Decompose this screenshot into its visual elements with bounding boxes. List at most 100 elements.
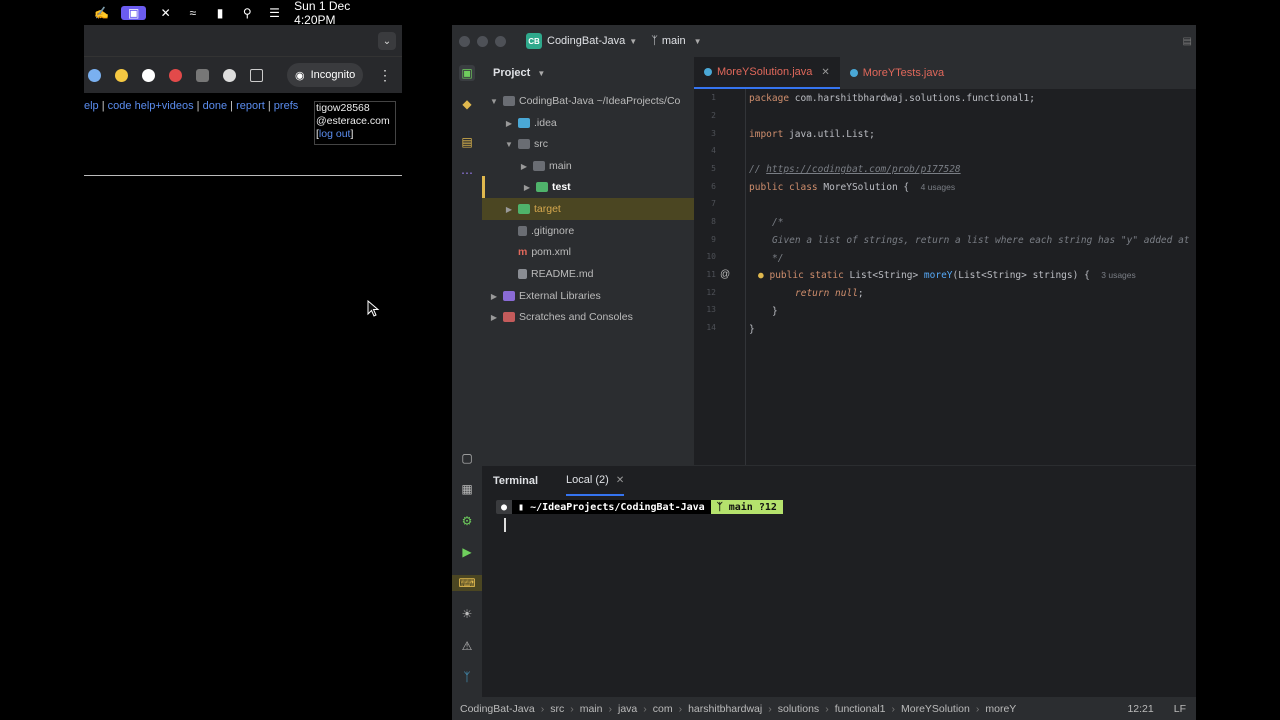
browser-tab-bar: ⌄: [84, 25, 402, 57]
tree-item-idea[interactable]: ▶ .idea: [482, 112, 694, 134]
debug-icon[interactable]: ☀: [459, 606, 475, 622]
terminal-input-caret[interactable]: [504, 518, 506, 532]
close-window-button[interactable]: [459, 35, 470, 47]
logout-link[interactable]: log out: [319, 128, 351, 140]
code-line-5[interactable]: // https://codingbat.com/prob/p177528: [749, 164, 961, 175]
notifications-icon[interactable]: ▢: [459, 450, 475, 466]
commit-icon[interactable]: ◆: [459, 96, 475, 112]
tree-item-external-libraries[interactable]: ▶ External Libraries: [482, 285, 694, 307]
extension-icon[interactable]: [88, 68, 101, 82]
code-line-14[interactable]: }: [749, 324, 755, 335]
branch-switcher[interactable]: ᛉ main ▼: [651, 35, 701, 47]
extension-icon[interactable]: [115, 68, 128, 82]
line-ending[interactable]: LF: [1174, 703, 1186, 715]
puzzle-icon[interactable]: [250, 68, 263, 82]
close-icon[interactable]: ✕: [821, 67, 829, 78]
problems-icon[interactable]: ⚠: [459, 638, 475, 654]
tree-item-project-root[interactable]: ▼ CodingBat-Java ~/IdeaProjects/Co: [482, 90, 694, 112]
screen-record-icon[interactable]: ▣: [121, 5, 146, 20]
breadcrumb-item[interactable]: src: [550, 703, 564, 715]
window-control-icon[interactable]: ▤: [1183, 36, 1192, 47]
code-line-10[interactable]: */: [772, 253, 783, 264]
tab-moreytests[interactable]: MoreYTests.java: [840, 57, 954, 89]
chevron-right-icon: ▶: [490, 312, 498, 322]
menu-kebab-icon[interactable]: ⋮: [378, 67, 392, 84]
battery-icon[interactable]: ▮: [212, 6, 227, 20]
line-number: 10: [706, 252, 716, 261]
breadcrumb-item[interactable]: harshitbhardwaj: [688, 703, 762, 715]
breadcrumb-item[interactable]: moreY: [985, 703, 1016, 715]
tab-search-button[interactable]: ⌄: [378, 32, 396, 50]
override-marker-icon[interactable]: @: [720, 269, 730, 280]
report-link[interactable]: report: [236, 100, 265, 112]
run-icon[interactable]: ▶: [459, 544, 475, 560]
breadcrumb-item[interactable]: solutions: [778, 703, 819, 715]
line-number: 3: [711, 129, 716, 138]
code-line-12[interactable]: return null;: [795, 288, 864, 299]
code-line-6[interactable]: public class MoreYSolution { 4 usages: [749, 182, 955, 193]
user-domain: @esterace.com: [316, 115, 390, 127]
tree-item-target[interactable]: ▶ target: [482, 198, 694, 220]
tree-item-main[interactable]: ▶ main: [482, 155, 694, 177]
tree-item-gitignore[interactable]: .gitignore: [482, 220, 694, 242]
code-line-13[interactable]: }: [772, 306, 778, 317]
git-icon[interactable]: ᛉ: [459, 669, 475, 685]
clock[interactable]: Sun 1 Dec 4:20PM: [294, 0, 390, 27]
search-icon[interactable]: ⚲: [240, 6, 255, 20]
lightbulb-icon[interactable]: ●: [758, 270, 764, 281]
code-line-11[interactable]: ● public static List<String> moreY(List<…: [758, 270, 1136, 281]
breadcrumb-item[interactable]: java: [618, 703, 637, 715]
tree-item-scratches[interactable]: ▶ Scratches and Consoles: [482, 306, 694, 328]
structure-icon[interactable]: ▤: [459, 134, 475, 150]
minimize-window-button[interactable]: [477, 35, 488, 47]
line-number: 13: [706, 305, 716, 314]
incognito-badge[interactable]: ◉ Incognito: [287, 63, 364, 87]
tab-moreysolution[interactable]: MoreYSolution.java ✕: [694, 57, 840, 89]
done-link[interactable]: done: [203, 100, 227, 112]
terminal-tool-icon[interactable]: ⌨: [452, 575, 482, 591]
prefs-link[interactable]: prefs: [274, 100, 298, 112]
breadcrumb-item[interactable]: CodingBat-Java: [460, 703, 535, 715]
code-line-9[interactable]: Given a list of strings, return a list w…: [772, 235, 1190, 246]
editor-tabs: MoreYSolution.java ✕ MoreYTests.java: [694, 57, 1196, 89]
control-center-icon[interactable]: ☰: [267, 6, 282, 20]
usages-hint[interactable]: 3 usages: [1101, 270, 1136, 280]
extension-icon[interactable]: [196, 68, 209, 82]
breadcrumb-item[interactable]: com: [653, 703, 673, 715]
breadcrumb-item[interactable]: MoreYSolution: [901, 703, 970, 715]
git-branch-icon: ᛉ: [651, 35, 658, 47]
breadcrumb-item[interactable]: functional1: [835, 703, 886, 715]
tree-item-pom[interactable]: m pom.xml: [482, 241, 694, 263]
tree-item-readme[interactable]: README.md: [482, 263, 694, 285]
code-editor: MoreYSolution.java ✕ MoreYTests.java 1 2…: [694, 57, 1196, 465]
tool-icon[interactable]: ✕: [158, 6, 173, 20]
tree-item-src[interactable]: ▼ src: [482, 133, 694, 155]
extension-icon[interactable]: [142, 68, 155, 82]
code-line-1[interactable]: package com.harshitbhardwaj.solutions.fu…: [749, 93, 1035, 104]
services-icon[interactable]: ▦: [459, 481, 475, 497]
project-switcher[interactable]: CodingBat-Java: [547, 35, 625, 47]
help-link[interactable]: elp: [84, 100, 99, 112]
code-line-8[interactable]: /*: [772, 217, 783, 228]
project-tool-icon[interactable]: ▣: [459, 65, 475, 81]
more-tools-icon[interactable]: ⋯: [459, 165, 475, 181]
breadcrumb-item[interactable]: main: [580, 703, 603, 715]
tree-item-test[interactable]: ▶ test: [482, 176, 694, 198]
settings-gear-icon[interactable]: ⚙: [459, 513, 475, 529]
extension-icon[interactable]: [169, 68, 182, 82]
project-panel-title[interactable]: Project ▼: [493, 67, 545, 79]
extension-icon[interactable]: [223, 68, 236, 82]
cursor-position[interactable]: 12:21: [1127, 703, 1153, 715]
zoom-window-button[interactable]: [495, 35, 506, 47]
close-icon[interactable]: ✕: [616, 475, 624, 486]
code-help-link[interactable]: code help+videos: [108, 100, 194, 112]
hand-icon[interactable]: ✍: [94, 6, 109, 20]
screen: ✍ ▣ ✕ ≈ ▮ ⚲ ☰ Sun 1 Dec 4:20PM ⌄ ◉ Incog…: [0, 0, 1280, 720]
code-line-3[interactable]: import java.util.List;: [749, 129, 875, 140]
tab-local-2[interactable]: Local (2) ✕: [566, 466, 625, 496]
usages-hint[interactable]: 4 usages: [921, 182, 956, 192]
wifi-icon[interactable]: ≈: [185, 6, 200, 20]
project-badge-icon: CB: [526, 33, 542, 49]
chevron-right-icon: ▶: [505, 118, 513, 128]
problem-link[interactable]: https://codingbat.com/prob/p177528: [766, 164, 960, 175]
